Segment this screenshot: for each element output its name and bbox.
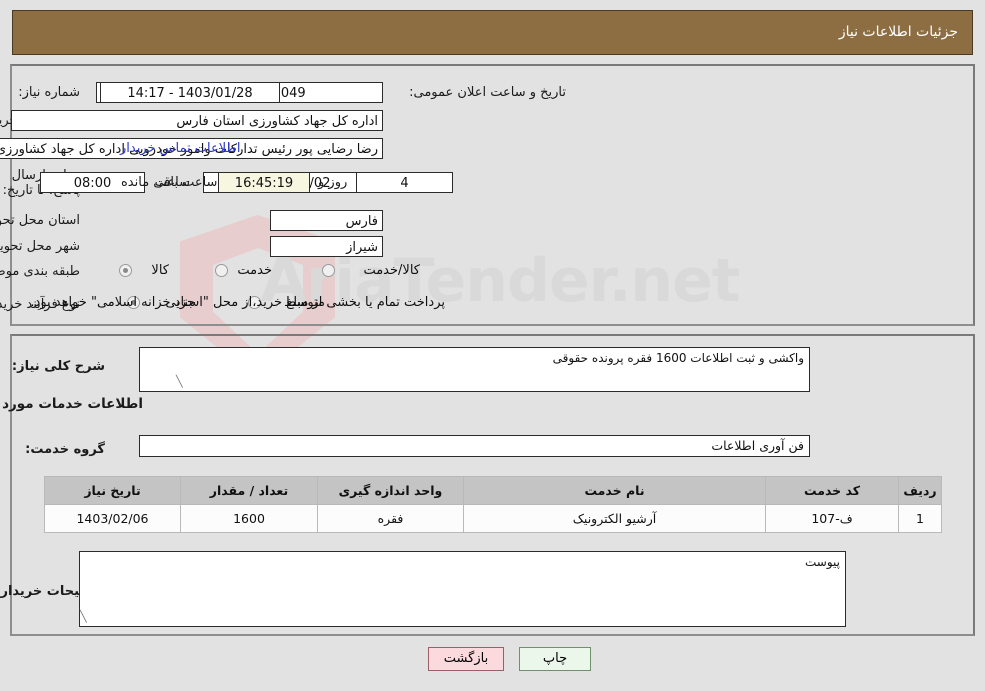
cell-unit: فقره (317, 504, 464, 533)
services-table: ردیف کد خدمت نام خدمت واحد اندازه گیری ت… (44, 476, 942, 533)
category-radio-kala[interactable] (119, 264, 132, 277)
category-radio-kala-khedmat[interactable] (322, 264, 335, 277)
summary-textarea[interactable]: واکشی و ثبت اطلاعات 1600 فقره پرونده حقو… (139, 347, 810, 392)
province-field[interactable]: فارس (270, 210, 383, 231)
col-code: کد خدمت (765, 476, 899, 505)
col-qty: تعداد / مقدار (180, 476, 318, 505)
need-number-label: شماره نیاز: (18, 85, 80, 100)
window-titlebar: جزئیات اطلاعات نیاز (12, 10, 973, 55)
cell-qty: 1600 (180, 504, 318, 533)
table-row[interactable]: 1 ف-107 آرشیو الکترونیک فقره 1600 1403/0… (44, 504, 942, 533)
col-unit: واحد اندازه گیری (317, 476, 464, 505)
category-option-kala[interactable]: کالا (151, 263, 169, 278)
service-group-field[interactable]: فن آوری اطلاعات (139, 435, 810, 457)
deadline-countdown-label: ساعت باقی مانده (121, 175, 218, 190)
back-button[interactable]: بازگشت (428, 647, 504, 671)
buyer-notes-textarea[interactable]: پیوست (79, 551, 846, 627)
col-radif: ردیف (898, 476, 942, 505)
deadline-days-field[interactable]: 4 (356, 172, 453, 193)
purchase-type-note: پرداخت تمام یا بخشی از مبلغ خرید،از محل … (30, 295, 445, 310)
services-section-title: اطلاعات خدمات مورد نیاز (0, 396, 143, 412)
table-header-row: ردیف کد خدمت نام خدمت واحد اندازه گیری ت… (44, 476, 942, 505)
need-summary-panel (10, 64, 975, 326)
city-field[interactable]: شیراز (270, 236, 383, 257)
city-label: شهر محل تحویل: (0, 239, 80, 254)
cell-name: آرشیو الکترونیک (463, 504, 766, 533)
page-root: AriaTender.net جزئیات اطلاعات نیاز شماره… (0, 0, 985, 691)
category-option-khedmat[interactable]: خدمت (237, 263, 272, 278)
cell-code: ف-107 (765, 504, 899, 533)
col-name: نام خدمت (463, 476, 766, 505)
cell-radif: 1 (898, 504, 942, 533)
announce-datetime-field[interactable]: 1403/01/28 - 14:17 (100, 82, 280, 103)
summary-label: شرح کلی نیاز: (11, 359, 105, 374)
deadline-days-label: روز و (318, 175, 348, 190)
category-radio-khedmat[interactable] (215, 264, 228, 277)
category-option-kala-khedmat[interactable]: کالا/خدمت (363, 263, 420, 278)
deadline-countdown-field: 16:45:19 (218, 172, 310, 193)
col-date: تاریخ نیاز (44, 476, 181, 505)
buyer-contact-link[interactable]: اطلاعات تماس خریدار (120, 141, 240, 156)
cell-date: 1403/02/06 (44, 504, 181, 533)
province-label: استان محل تحویل: (0, 213, 80, 228)
service-group-label: گروه خدمت: (25, 442, 105, 457)
buyer-org-field[interactable]: اداره کل جهاد کشاورزی استان فارس (11, 110, 383, 131)
page-title: جزئیات اطلاعات نیاز (838, 24, 958, 40)
category-label: طبقه بندی موضوعی: (0, 264, 80, 279)
announce-datetime-label: تاریخ و ساعت اعلان عمومی: (409, 85, 566, 100)
print-button[interactable]: چاپ (519, 647, 591, 671)
